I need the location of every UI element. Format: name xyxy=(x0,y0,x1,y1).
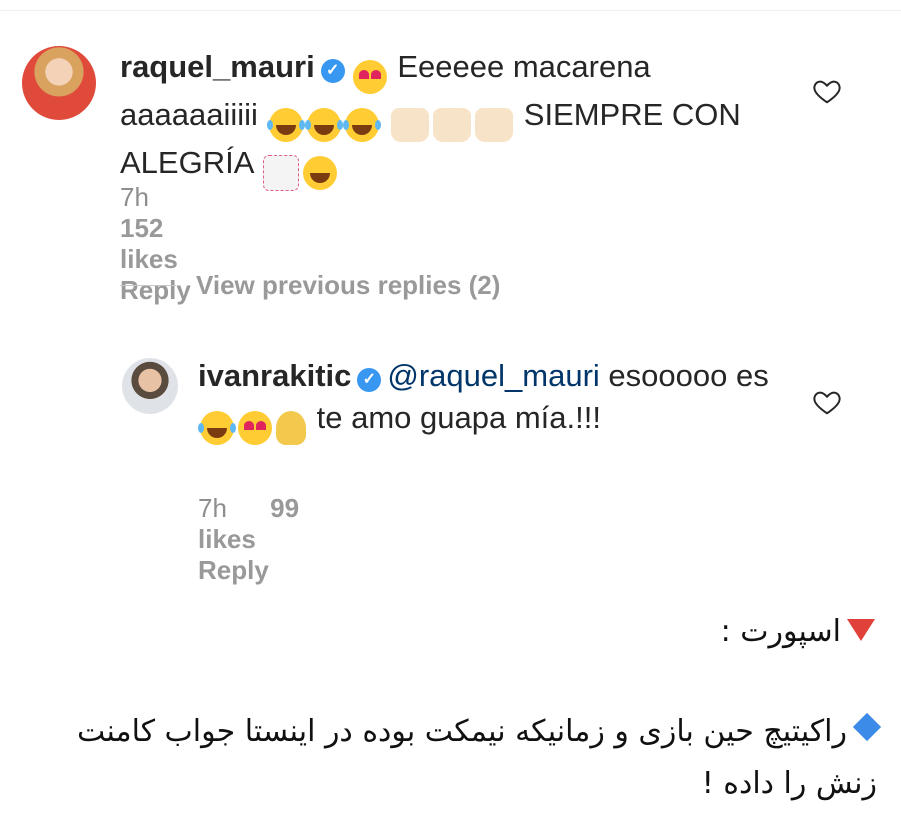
top-border xyxy=(0,0,901,11)
verified-badge-icon: ✓ xyxy=(320,59,345,83)
raised-hands-emoji-icon: 🙌 xyxy=(475,108,514,142)
smile-emoji-icon: 😄 xyxy=(303,156,338,190)
laughing-emoji-icon: 😂 xyxy=(198,411,234,445)
comment-text: raquel_mauri✓😍 Eeeeee macarena aaaaaaiii… xyxy=(120,46,760,191)
view-previous-replies[interactable]: View previous replies (2) xyxy=(120,270,500,301)
red-triangle-icon xyxy=(847,619,875,641)
comment-username[interactable]: raquel_mauri xyxy=(120,49,315,84)
comment-time: 7h xyxy=(198,493,227,523)
caption-source-line: اسپورت : xyxy=(275,606,875,658)
avatar[interactable] xyxy=(122,358,178,414)
comment-username[interactable]: ivanrakitic xyxy=(198,358,351,393)
laughing-emoji-icon: 😂 xyxy=(342,108,379,142)
raised-hands-emoji-icon: 🙌 xyxy=(391,108,430,142)
heart-outline-icon[interactable] xyxy=(812,387,842,417)
likes-count[interactable]: 152 likes xyxy=(120,213,178,274)
gift-emoji-icon: 🎊 xyxy=(263,155,300,191)
caption-source-text: اسپورت : xyxy=(720,614,841,649)
caption-body-text: راکیتیچ حین بازی و زمانیکه نیمکت بوده در… xyxy=(77,714,877,801)
laughing-emoji-icon: 😂 xyxy=(304,108,341,142)
comment-text: ivanrakitic✓@raquel_mauri esooooo es😂😍🙏 … xyxy=(198,355,788,445)
reply-button[interactable]: Reply xyxy=(198,555,269,585)
folded-hands-emoji-icon: 🙏 xyxy=(276,411,306,445)
blue-diamond-icon xyxy=(852,712,882,742)
divider-line xyxy=(120,285,176,286)
comment-meta: 7h 99 likes Reply xyxy=(198,493,305,586)
verified-badge-icon: ✓ xyxy=(357,368,382,392)
raised-hands-emoji-icon: 🙌 xyxy=(433,108,472,142)
laughing-emoji-icon: 😂 xyxy=(266,108,303,142)
view-previous-label[interactable]: View previous replies (2) xyxy=(196,270,500,301)
mention-link[interactable]: @raquel_mauri xyxy=(387,358,599,393)
heart-outline-icon[interactable] xyxy=(812,76,842,106)
heart-eyes-emoji-icon: 😍 xyxy=(352,60,387,94)
caption-body: راکیتیچ حین بازی و زمانیکه نیمکت بوده در… xyxy=(17,706,882,810)
comment-body-a: esooooo es xyxy=(608,358,769,393)
comment-time: 7h xyxy=(120,182,149,212)
comment-body-b: te amo guapa mía.!!! xyxy=(316,400,601,435)
heart-eyes-emoji-icon: 😍 xyxy=(238,411,272,445)
avatar[interactable] xyxy=(22,46,96,120)
